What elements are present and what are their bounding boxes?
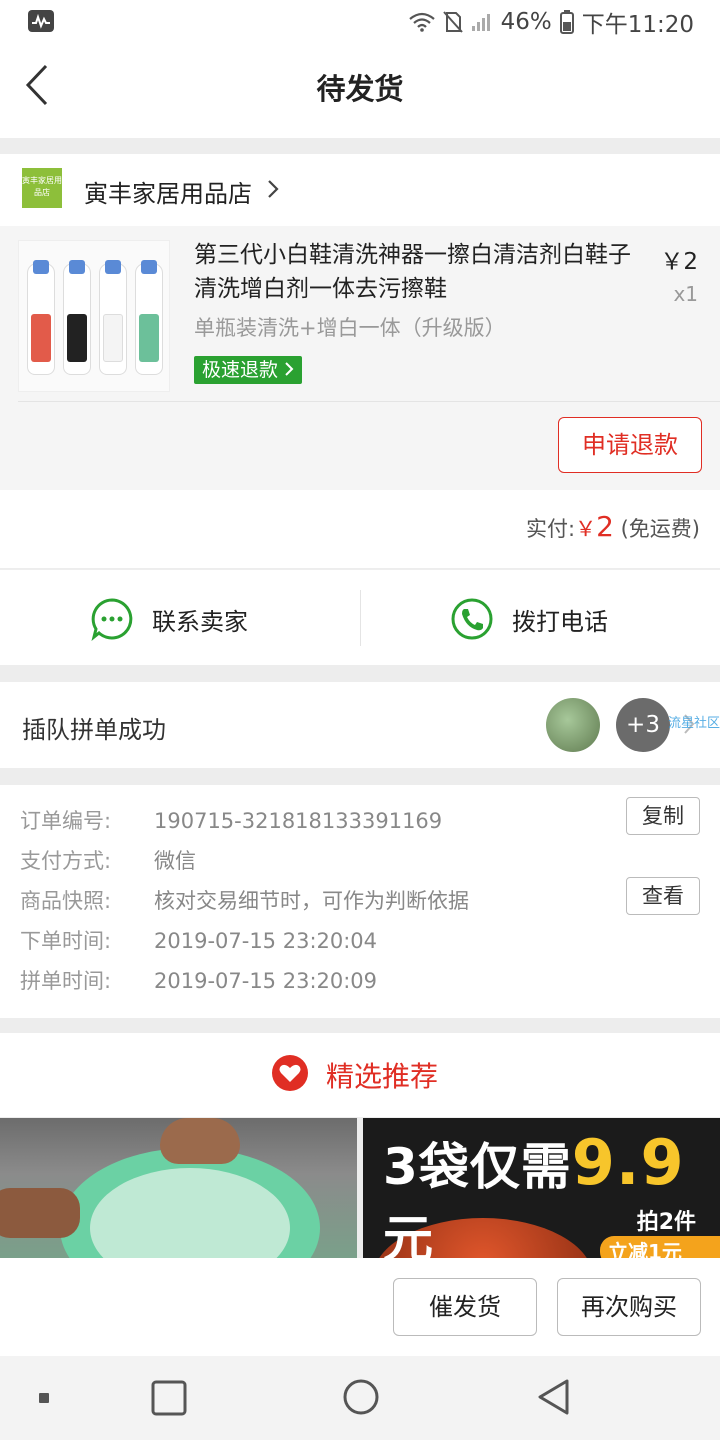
paid-row: 实付:￥2 (免运费) xyxy=(0,490,720,568)
product-card: 第三代小白鞋清洗神器一擦白清洁剂白鞋子清洗增白剂一体去污擦鞋 单瓶装清洗+增白一… xyxy=(0,226,720,490)
paid-label: 实付: xyxy=(526,517,576,541)
phone-icon xyxy=(451,598,493,640)
status-right: 46% 下午11:20 xyxy=(408,6,694,38)
fast-refund-label: 极速退款 xyxy=(202,359,279,381)
promo-unit: 元 xyxy=(383,1210,434,1258)
contact-seller-label: 联系卖家 xyxy=(152,608,248,636)
order-time-row: 下单时间: 2019-07-15 23:20:04 xyxy=(20,925,377,955)
shop-logo: 寅丰家居用品店 xyxy=(22,168,62,208)
system-nav-bar xyxy=(0,1356,720,1440)
product-image[interactable] xyxy=(18,240,170,392)
signal-icon xyxy=(471,14,490,31)
order-time-label: 下单时间: xyxy=(20,929,112,953)
recommend-title: 精选推荐 xyxy=(326,1060,439,1093)
shipping-note: (免运费) xyxy=(620,517,700,541)
battery-percent: 46% xyxy=(500,9,552,35)
group-buy-status: 插队拼单成功 xyxy=(22,716,166,744)
wifi-icon xyxy=(408,12,435,32)
chevron-right-icon xyxy=(268,180,279,198)
group-time-value: 2019-07-15 23:20:09 xyxy=(154,969,378,993)
promo-sub: 拍2件 xyxy=(636,1210,696,1235)
avatar xyxy=(546,698,600,752)
snapshot-row: 商品快照: 核对交易细节时，可作为判断依据 xyxy=(20,885,469,915)
recommend-header: 精选推荐 xyxy=(0,1033,720,1117)
contact-row: 联系卖家 拨打电话 xyxy=(0,569,720,665)
view-snapshot-button[interactable]: 查看 xyxy=(626,877,700,915)
urge-shipping-button[interactable]: 催发货 xyxy=(393,1278,537,1336)
order-info: 订单编号: 190715-321818133391169 复制 支付方式: 微信 商… xyxy=(0,785,720,1018)
page-title: 待发货 xyxy=(316,72,404,106)
call-phone-label: 拨打电话 xyxy=(512,608,608,636)
paid-summary: 实付:￥2 (免运费) xyxy=(526,510,700,543)
group-time-label: 拼单时间: xyxy=(20,969,112,993)
chat-icon xyxy=(91,598,133,641)
notification-dot-icon[interactable] xyxy=(38,1392,50,1404)
shop-name: 寅丰家居用品店 xyxy=(84,180,252,208)
battery-icon xyxy=(559,10,574,34)
order-time-value: 2019-07-15 23:20:04 xyxy=(154,929,378,953)
activity-icon xyxy=(28,10,54,32)
product-spec: 单瓶装清洗+增白一体（升级版） xyxy=(194,316,506,340)
snapshot-label: 商品快照: xyxy=(20,889,112,913)
no-sim-icon xyxy=(442,11,463,33)
call-phone-button[interactable]: 拨打电话 xyxy=(361,570,720,666)
snapshot-value: 核对交易细节时，可作为判断依据 xyxy=(154,889,469,913)
order-number-value: 190715-321818133391169 xyxy=(154,809,443,833)
fast-refund-tag[interactable]: 极速退款 xyxy=(194,356,303,384)
currency-symbol: ￥ xyxy=(575,517,597,541)
promo-price: 9.9 xyxy=(571,1126,685,1199)
back-nav-icon[interactable] xyxy=(536,1378,572,1416)
chevron-right-icon xyxy=(285,362,294,376)
clock: 下午11:20 xyxy=(581,12,694,38)
apply-refund-button[interactable]: 申请退款 xyxy=(558,417,702,473)
order-number-row: 订单编号: 190715-321818133391169 xyxy=(20,805,442,835)
recommend-item-noodles[interactable]: 3袋仅需9.9 元 拍2件 立减1元 xyxy=(363,1118,720,1258)
group-time-row: 拼单时间: 2019-07-15 23:20:09 xyxy=(20,965,377,995)
home-icon[interactable] xyxy=(342,1378,380,1416)
promo-prefix: 3袋仅需 xyxy=(383,1138,572,1196)
payment-method-value: 微信 xyxy=(154,849,196,873)
heart-icon xyxy=(272,1055,308,1091)
buy-again-button[interactable]: 再次购买 xyxy=(557,1278,701,1336)
product-title[interactable]: 第三代小白鞋清洗神器一擦白清洁剂白鞋子清洗增白剂一体去污擦鞋 xyxy=(194,238,634,306)
recommend-item-cleaning[interactable] xyxy=(0,1118,357,1258)
contact-seller-button[interactable]: 联系卖家 xyxy=(0,570,360,666)
paid-amount: 2 xyxy=(596,510,614,543)
watermark: 流星社区 xyxy=(668,716,720,731)
product-price: ￥2 xyxy=(660,249,698,275)
bottom-action-bar: 催发货 再次购买 xyxy=(0,1258,720,1356)
copy-button[interactable]: 复制 xyxy=(626,797,700,835)
payment-method-label: 支付方式: xyxy=(20,849,112,873)
shop-row[interactable]: 寅丰家居用品店 寅丰家居用品店 xyxy=(0,154,720,226)
promo-badge: 立减1元 xyxy=(600,1236,720,1258)
status-bar: 46% 下午11:20 xyxy=(0,0,720,44)
divider xyxy=(18,401,720,402)
order-number-label: 订单编号: xyxy=(20,809,112,833)
nav-bar: 待发货 xyxy=(0,44,720,138)
payment-method-row: 支付方式: 微信 xyxy=(20,845,196,875)
group-buy-row[interactable]: 插队拼单成功 +3 流星社区 xyxy=(0,682,720,768)
product-quantity: x1 xyxy=(673,282,698,306)
recents-icon[interactable] xyxy=(151,1380,187,1416)
avatar-more: +3 xyxy=(616,698,670,752)
